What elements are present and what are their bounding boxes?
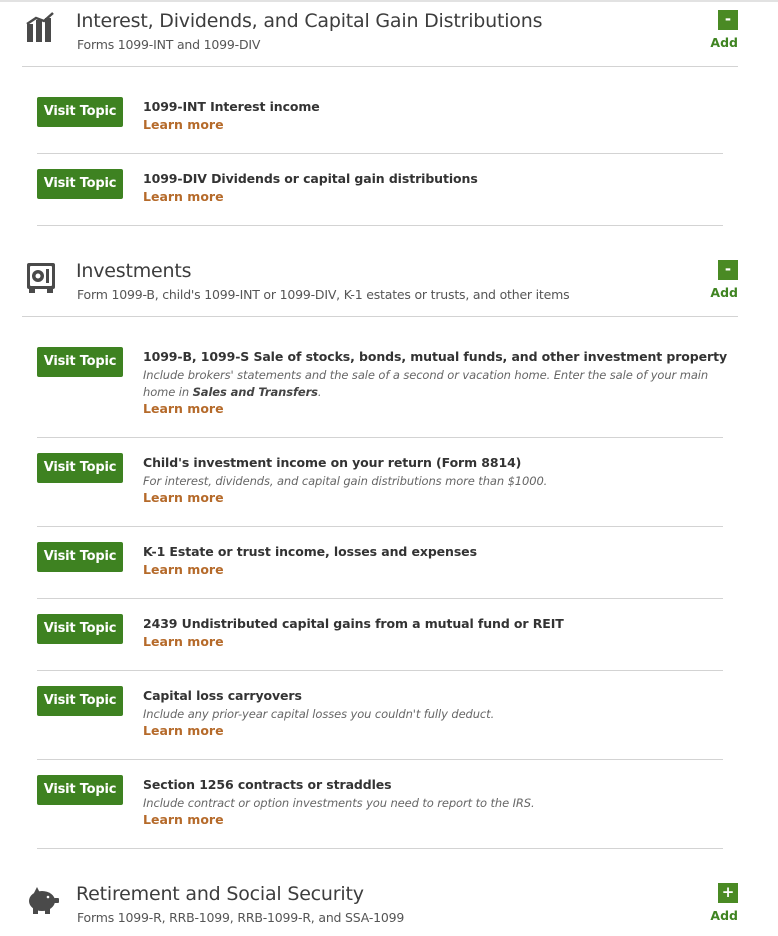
description-text: home in bbox=[143, 384, 193, 399]
row-divider bbox=[37, 437, 723, 438]
topic-title: Section 1256 contracts or straddles bbox=[143, 777, 392, 792]
row-divider bbox=[37, 225, 723, 226]
add-link[interactable]: Add bbox=[708, 908, 738, 923]
visit-topic-button[interactable]: Visit Topic bbox=[37, 686, 123, 716]
visit-topic-button[interactable]: Visit Topic bbox=[37, 775, 123, 805]
safe-icon bbox=[26, 262, 60, 296]
add-link[interactable]: Add bbox=[708, 285, 738, 300]
collapse-button[interactable]: - bbox=[718, 10, 738, 30]
top-border bbox=[0, 0, 778, 2]
description-text: . bbox=[317, 384, 322, 399]
topic-description: For interest, dividends, and capital gai… bbox=[143, 474, 548, 488]
learn-more-link[interactable]: Learn more bbox=[143, 634, 224, 649]
topic-description: Include any prior-year capital losses yo… bbox=[143, 707, 495, 721]
learn-more-link[interactable]: Learn more bbox=[143, 117, 224, 132]
row-divider bbox=[37, 598, 723, 599]
topic-title: Capital loss carryovers bbox=[143, 688, 302, 703]
section-interest-dividends: Interest, Dividends, and Capital Gain Di… bbox=[22, 10, 738, 60]
description-emphasis: Sales and Transfers bbox=[192, 384, 318, 399]
topic-description: Include brokers' statements and the sale… bbox=[143, 367, 713, 400]
section-divider bbox=[22, 316, 738, 317]
section-title: Interest, Dividends, and Capital Gain Di… bbox=[76, 10, 543, 32]
row-divider bbox=[37, 670, 723, 671]
visit-topic-button[interactable]: Visit Topic bbox=[37, 453, 123, 483]
learn-more-link[interactable]: Learn more bbox=[143, 723, 224, 738]
collapse-button[interactable]: - bbox=[718, 260, 738, 280]
topic-title: Child's investment income on your return… bbox=[143, 455, 522, 470]
expand-button[interactable]: + bbox=[718, 883, 738, 903]
row-divider bbox=[37, 759, 723, 760]
section-subtitle: Forms 1099-R, RRB-1099, RRB-1099-R, and … bbox=[77, 910, 405, 925]
topic-title: 2439 Undistributed capital gains from a … bbox=[143, 616, 564, 631]
section-title: Retirement and Social Security bbox=[76, 883, 364, 905]
learn-more-link[interactable]: Learn more bbox=[143, 401, 224, 416]
topic-title: K-1 Estate or trust income, losses and e… bbox=[143, 544, 477, 559]
topic-title: 1099-INT Interest income bbox=[143, 99, 320, 114]
row-divider bbox=[37, 848, 723, 849]
section-investments: Investments Form 1099-B, child's 1099-IN… bbox=[22, 260, 738, 310]
section-divider bbox=[22, 66, 738, 67]
add-link[interactable]: Add bbox=[708, 35, 738, 50]
topic-title: 1099-DIV Dividends or capital gain distr… bbox=[143, 171, 478, 186]
bar-chart-icon bbox=[26, 10, 60, 44]
section-subtitle: Form 1099-B, child's 1099-INT or 1099-DI… bbox=[77, 287, 570, 302]
visit-topic-button[interactable]: Visit Topic bbox=[37, 347, 123, 377]
visit-topic-button[interactable]: Visit Topic bbox=[37, 97, 123, 127]
learn-more-link[interactable]: Learn more bbox=[143, 812, 224, 827]
topic-title: 1099-B, 1099-S Sale of stocks, bonds, mu… bbox=[143, 349, 728, 364]
visit-topic-button[interactable]: Visit Topic bbox=[37, 169, 123, 199]
section-subtitle: Forms 1099-INT and 1099-DIV bbox=[77, 37, 261, 52]
row-divider bbox=[37, 153, 723, 154]
topic-description: Include contract or option investments y… bbox=[143, 796, 535, 810]
section-title: Investments bbox=[76, 260, 192, 282]
learn-more-link[interactable]: Learn more bbox=[143, 562, 224, 577]
description-line: Include brokers' statements and the sale… bbox=[143, 368, 709, 382]
piggy-bank-icon bbox=[26, 886, 60, 920]
learn-more-link[interactable]: Learn more bbox=[143, 490, 224, 505]
visit-topic-button[interactable]: Visit Topic bbox=[37, 542, 123, 572]
row-divider bbox=[37, 526, 723, 527]
section-retirement: Retirement and Social Security Forms 109… bbox=[22, 883, 738, 933]
visit-topic-button[interactable]: Visit Topic bbox=[37, 614, 123, 644]
learn-more-link[interactable]: Learn more bbox=[143, 189, 224, 204]
